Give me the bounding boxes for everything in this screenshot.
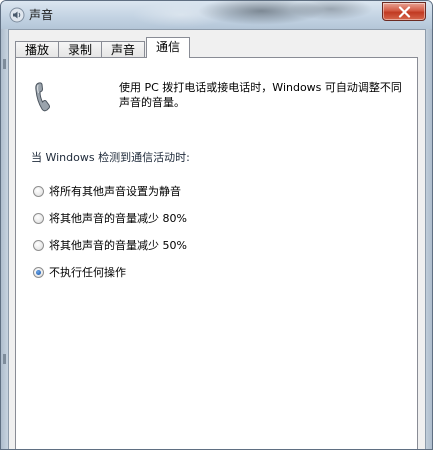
- speaker-icon: [9, 7, 25, 23]
- radio-mute-all[interactable]: [33, 186, 44, 197]
- close-icon: [398, 6, 411, 18]
- tab-sounds[interactable]: 声音: [101, 41, 146, 58]
- window-title: 声音: [29, 8, 54, 22]
- option-mute-all-label: 将所有其他声音设置为静音: [49, 185, 181, 198]
- option-reduce-50-label: 将其他声音的音量减少 50%: [49, 239, 187, 252]
- tab-strip: 播放 录制 声音 通信: [15, 37, 191, 58]
- option-do-nothing-label: 不执行任何操作: [49, 266, 126, 279]
- sound-dialog-window: 声音 播放 录制 声音 通信 使用 PC 拨打电话或接电话时，Windows 可…: [0, 0, 433, 450]
- radio-do-nothing[interactable]: [33, 267, 44, 278]
- option-mute-all[interactable]: 将所有其他声音设置为静音: [33, 184, 181, 199]
- tab-communications[interactable]: 通信: [146, 37, 191, 58]
- dialog-client-area: 播放 录制 声音 通信 使用 PC 拨打电话或接电话时，Windows 可自动调…: [8, 29, 426, 449]
- option-reduce-80[interactable]: 将其他声音的音量减少 80%: [33, 211, 187, 226]
- close-button[interactable]: [382, 2, 426, 21]
- option-reduce-80-label: 将其他声音的音量减少 80%: [49, 212, 187, 225]
- option-do-nothing[interactable]: 不执行任何操作: [33, 265, 126, 280]
- option-reduce-50[interactable]: 将其他声音的音量减少 50%: [33, 238, 187, 253]
- tab-playback[interactable]: 播放: [15, 41, 60, 58]
- tab-recording[interactable]: 录制: [58, 41, 103, 58]
- activity-prompt-label: 当 Windows 检测到通信活动时:: [31, 151, 190, 164]
- communications-panel: 使用 PC 拨打电话或接电话时，Windows 可自动调整不同声音的音量。 当 …: [15, 57, 418, 449]
- radio-reduce-50[interactable]: [33, 240, 44, 251]
- radio-reduce-80[interactable]: [33, 213, 44, 224]
- window-left-border: [1, 29, 8, 449]
- title-bar[interactable]: 声音: [1, 1, 432, 29]
- feature-description: 使用 PC 拨打电话或接电话时，Windows 可自动调整不同声音的音量。: [119, 81, 402, 109]
- telephone-icon: [33, 81, 53, 113]
